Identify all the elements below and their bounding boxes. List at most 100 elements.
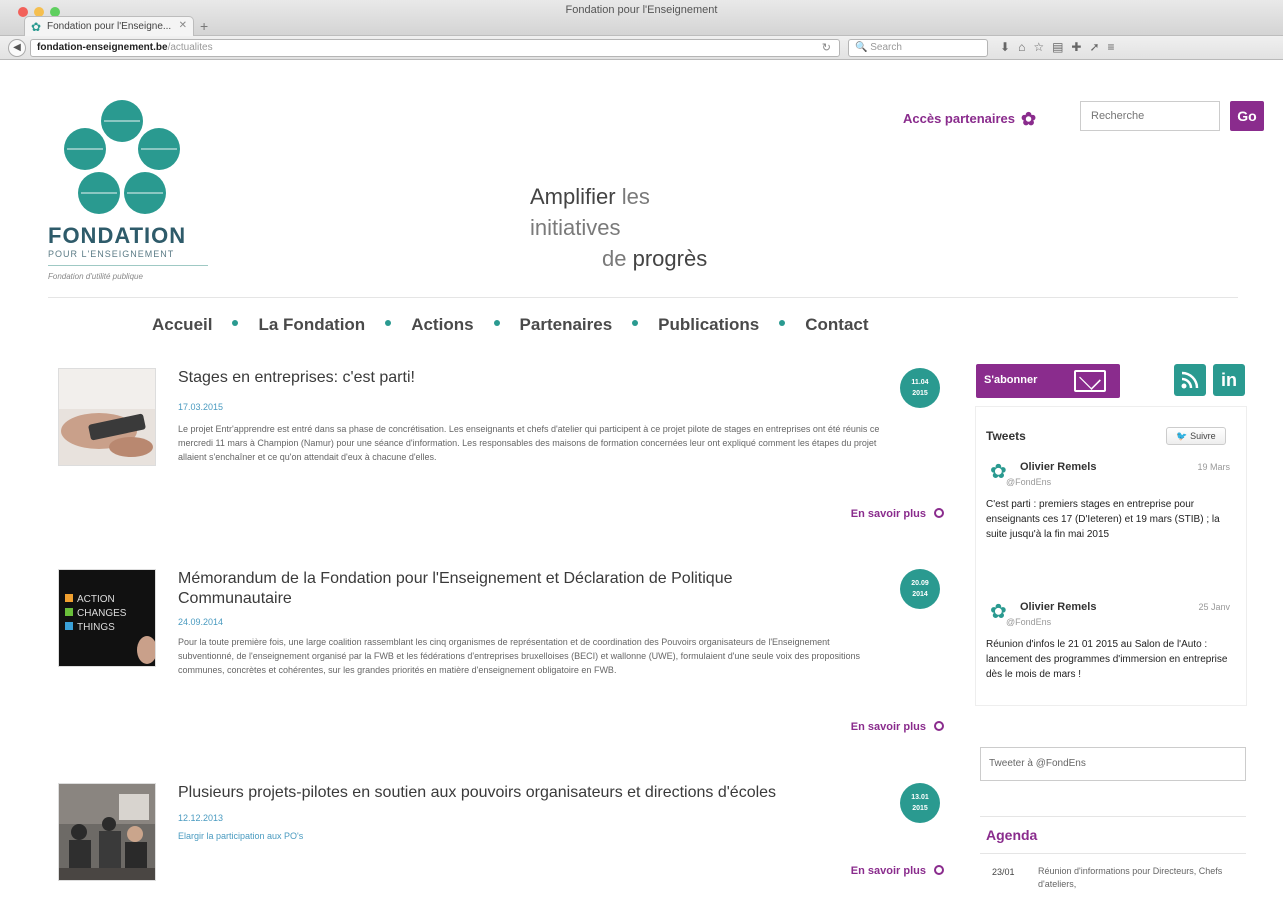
read-more-link[interactable]: En savoir plus xyxy=(851,508,944,520)
tweets-title: Tweets xyxy=(986,429,1026,443)
article-date: 24.09.2014 xyxy=(178,617,224,627)
linkedin-icon: in xyxy=(1221,370,1237,390)
toolbar-icons: ⬇⌂☆▤✚➚≡ xyxy=(1000,40,1123,54)
search-go-button[interactable]: Go xyxy=(1230,101,1264,131)
twitter-follow-button[interactable]: 🐦 Suivre xyxy=(1166,427,1226,445)
article-date-badge: 13.01 2015 xyxy=(900,783,940,823)
read-more-label: En savoir plus xyxy=(850,508,926,520)
site-logo[interactable]: FONDATION POUR L'ENSEIGNEMENT Fondation … xyxy=(48,99,208,281)
subscribe-button[interactable]: S'abonner xyxy=(976,364,1120,398)
tweet-author[interactable]: Olivier Remels xyxy=(1020,461,1096,473)
tagline-rest-1: les xyxy=(615,184,650,209)
rss-button[interactable] xyxy=(1174,364,1206,396)
tweet-item: ✿ Olivier Remels @FondEns 25 Janv Réunio… xyxy=(986,601,1236,721)
logo-subtitle: POUR L'ENSEIGNEMENT xyxy=(48,249,208,266)
menu-icon[interactable]: ≡ xyxy=(1108,40,1123,54)
tweet-date[interactable]: 25 Janv xyxy=(1198,602,1230,612)
partners-access-link[interactable]: Accès partenaires ✿ xyxy=(903,109,1036,130)
action-changes-things-image-icon: ACTION CHANGES THINGS xyxy=(59,570,155,666)
article-item: Plusieurs projets-pilotes en soutien aux… xyxy=(58,783,948,883)
nav-contact[interactable]: Contact xyxy=(805,315,868,335)
flower-favicon-icon: ✿ xyxy=(31,20,42,34)
read-more-link[interactable]: En savoir plus xyxy=(851,865,944,877)
rss-icon xyxy=(1181,371,1199,389)
url-host: fondation-enseignement.be xyxy=(37,42,168,53)
close-tab-icon[interactable]: ✕ xyxy=(179,20,187,31)
tweet-date[interactable]: 19 Mars xyxy=(1197,462,1230,472)
agenda-panel: Agenda 23/01 Réunion d'informations pour… xyxy=(980,816,1246,897)
home-icon[interactable]: ⌂ xyxy=(1018,40,1033,54)
article-title[interactable]: Plusieurs projets-pilotes en soutien aux… xyxy=(178,783,828,803)
linkedin-button[interactable]: in xyxy=(1213,364,1245,396)
browser-search-placeholder: Search xyxy=(870,42,902,53)
agenda-divider xyxy=(980,853,1246,854)
article-title[interactable]: Mémorandum de la Fondation pour l'Enseig… xyxy=(178,569,828,609)
browser-tab[interactable]: ✿ Fondation pour l'Enseigne... ✕ xyxy=(24,16,194,36)
badge-day: 20.09 xyxy=(911,580,929,587)
envelope-icon xyxy=(1074,370,1106,392)
tweet-item: ✿ Olivier Remels @FondEns 19 Mars C'est … xyxy=(986,461,1236,581)
circle-arrow-icon xyxy=(934,721,944,731)
url-path: /actualites xyxy=(167,42,213,53)
bookmark-star-icon[interactable]: ☆ xyxy=(1033,40,1052,54)
partners-label: Accès partenaires xyxy=(903,111,1016,126)
window-titlebar: Fondation pour l'Enseignement ✿ Fondatio… xyxy=(0,0,1283,36)
read-more-link[interactable]: En savoir plus xyxy=(851,721,944,733)
circle-arrow-icon xyxy=(934,508,944,518)
svg-text:ACTION: ACTION xyxy=(77,594,115,605)
agenda-event-link[interactable]: Réunion d'informations pour Directeurs, … xyxy=(1038,865,1228,891)
tweet-handle[interactable]: @FondEns xyxy=(1006,477,1051,487)
tweet-author[interactable]: Olivier Remels xyxy=(1020,601,1096,613)
svg-text:THINGS: THINGS xyxy=(77,622,115,633)
nav-actions[interactable]: Actions xyxy=(411,315,473,335)
article-thumbnail[interactable]: ACTION CHANGES THINGS xyxy=(58,569,156,667)
magnifier-icon: 🔍 xyxy=(855,42,868,53)
twitter-timeline: Tweets 🐦 Suivre ✿ Olivier Remels @FondEn… xyxy=(976,417,1246,707)
tweet-text: Réunion d'infos le 21 01 2015 au Salon d… xyxy=(986,639,1228,680)
web-page: FONDATION POUR L'ENSEIGNEMENT Fondation … xyxy=(0,61,1283,897)
logo-name: FONDATION xyxy=(48,223,187,248)
article-date-badge: 11.04 2015 xyxy=(900,368,940,408)
agenda-title: Agenda xyxy=(986,827,1038,843)
download-icon[interactable]: ⬇ xyxy=(1000,40,1018,54)
browser-search-input[interactable]: 🔍 Search xyxy=(848,39,988,57)
article-date-badge: 20.09 2014 xyxy=(900,569,940,609)
share-icon[interactable]: ➚ xyxy=(1089,40,1107,54)
svg-text:CHANGES: CHANGES xyxy=(77,608,127,619)
article-excerpt: Pour la toute première fois, une large c… xyxy=(178,637,861,675)
new-tab-button[interactable]: + xyxy=(200,18,208,34)
badge-year: 2015 xyxy=(912,390,928,397)
reload-icon[interactable]: ↻ xyxy=(822,41,831,54)
tweet-to-button[interactable]: Tweeter à @FondEns xyxy=(980,747,1246,781)
badge-year: 2014 xyxy=(912,591,928,598)
extension-icon[interactable]: ✚ xyxy=(1071,40,1089,54)
bookmarks-icon[interactable]: ▤ xyxy=(1052,40,1071,54)
nav-la-fondation[interactable]: La Fondation xyxy=(258,315,365,335)
twitter-bird-icon: 🐦 xyxy=(1176,431,1188,441)
back-button[interactable]: ◀ xyxy=(8,39,26,57)
article-title[interactable]: Stages en entreprises: c'est parti! xyxy=(178,368,828,388)
url-bar[interactable]: fondation-enseignement.be/actualites ↻ xyxy=(30,39,840,57)
read-more-label: En savoir plus xyxy=(850,721,926,733)
main-nav: Accueil La Fondation Actions Partenaires Pub… xyxy=(152,315,869,335)
tweet-text: C'est parti : premiers stages en entrepr… xyxy=(986,499,1220,540)
tab-label: Fondation pour l'Enseigne... xyxy=(47,21,172,32)
site-search-input[interactable] xyxy=(1080,101,1220,131)
tagline-strong-3: progrès xyxy=(632,246,708,271)
article-date: 12.12.2013 xyxy=(178,813,224,823)
header-divider xyxy=(48,297,1238,298)
tagline-line-2: initiatives xyxy=(530,215,621,240)
article-thumbnail[interactable] xyxy=(58,368,156,466)
nav-accueil[interactable]: Accueil xyxy=(152,315,212,335)
article-date: 17.03.2015 xyxy=(178,402,224,412)
badge-year: 2015 xyxy=(912,805,928,812)
nav-separator-dot xyxy=(385,320,392,326)
article-thumbnail[interactable] xyxy=(58,783,156,881)
nav-partenaires[interactable]: Partenaires xyxy=(520,315,613,335)
nav-publications[interactable]: Publications xyxy=(658,315,759,335)
read-more-label: En savoir plus xyxy=(850,865,926,877)
article-related-link[interactable]: Elargir la participation aux PO's xyxy=(178,831,303,841)
tweet-handle[interactable]: @FondEns xyxy=(1006,617,1051,627)
browser-toolbar: ◀ fondation-enseignement.be/actualites ↻… xyxy=(0,36,1283,60)
agenda-date: 23/01 xyxy=(992,867,1015,877)
